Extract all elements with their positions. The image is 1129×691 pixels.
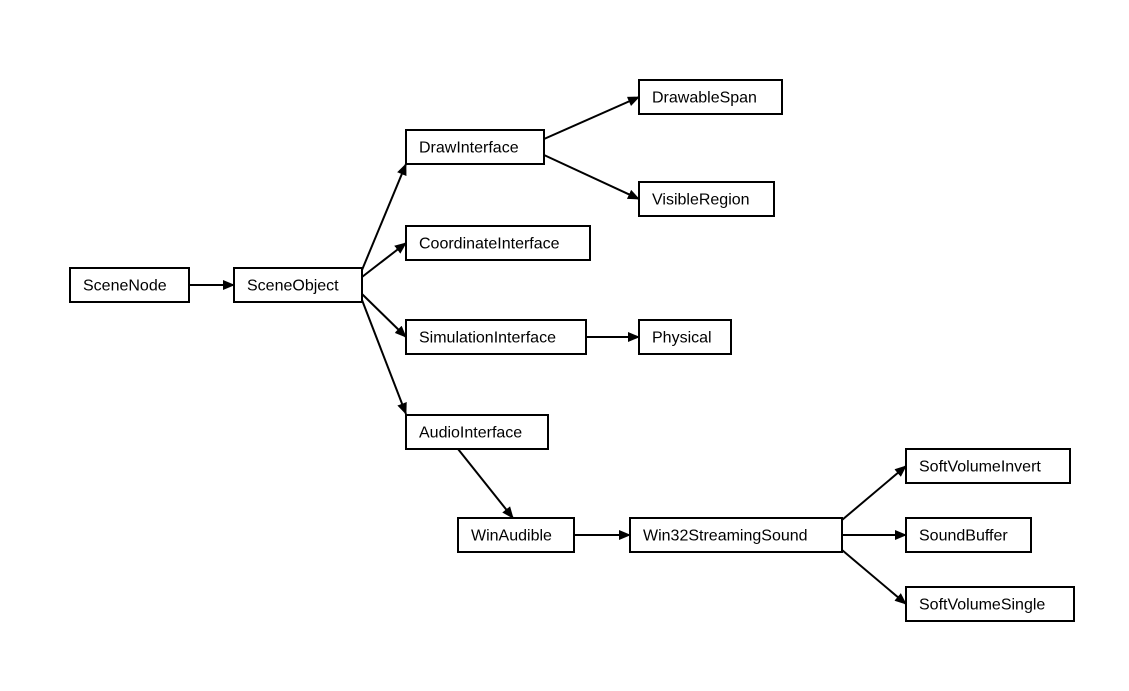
node-drawable-span: DrawableSpan	[638, 79, 783, 115]
edge-scene-object-to-audio-interface	[361, 299, 407, 415]
class-hierarchy-diagram: SceneNode SceneObject DrawInterface Coordin…	[69, 79, 1075, 622]
edge-draw-interface-to-drawable-span	[543, 96, 640, 140]
node-label: DrawInterface	[419, 140, 519, 157]
node-label: SoundBuffer	[919, 528, 1008, 545]
node-label: SimulationInterface	[419, 330, 556, 347]
node-label: SceneNode	[83, 278, 167, 295]
node-win32-streaming-sound: Win32StreamingSound	[629, 517, 843, 553]
node-label: AudioInterface	[419, 425, 522, 442]
node-label: SceneObject	[247, 278, 339, 295]
edge-draw-interface-to-visible-region	[543, 154, 640, 200]
node-sound-buffer: SoundBuffer	[905, 517, 1032, 553]
edge-scene-object-to-draw-interface	[361, 163, 407, 271]
node-simulation-interface: SimulationInterface	[405, 319, 587, 355]
node-win-audible: WinAudible	[457, 517, 575, 553]
node-visible-region: VisibleRegion	[638, 181, 775, 217]
node-label: Win32StreamingSound	[643, 528, 808, 545]
node-scene-node: SceneNode	[69, 267, 190, 303]
node-soft-volume-single: SoftVolumeSingle	[905, 586, 1075, 622]
edge-audio-interface-to-win-audible	[457, 448, 514, 519]
node-scene-object: SceneObject	[233, 267, 363, 303]
node-label: WinAudible	[471, 528, 552, 545]
edge-win32-streaming-sound-to-soft-volume-single	[841, 549, 907, 605]
node-label: VisibleRegion	[652, 192, 750, 209]
node-draw-interface: DrawInterface	[405, 129, 545, 165]
node-label: CoordinateInterface	[419, 236, 560, 253]
node-label: SoftVolumeInvert	[919, 459, 1041, 476]
node-coordinate-interface: CoordinateInterface	[405, 225, 591, 261]
node-soft-volume-invert: SoftVolumeInvert	[905, 448, 1071, 484]
edge-win32-streaming-sound-to-soft-volume-invert	[841, 465, 907, 521]
edge-scene-object-to-coordinate-interface	[361, 242, 407, 278]
node-label: Physical	[652, 330, 712, 347]
node-label: DrawableSpan	[652, 90, 757, 107]
node-physical: Physical	[638, 319, 732, 355]
node-label: SoftVolumeSingle	[919, 597, 1045, 614]
node-audio-interface: AudioInterface	[405, 414, 549, 450]
